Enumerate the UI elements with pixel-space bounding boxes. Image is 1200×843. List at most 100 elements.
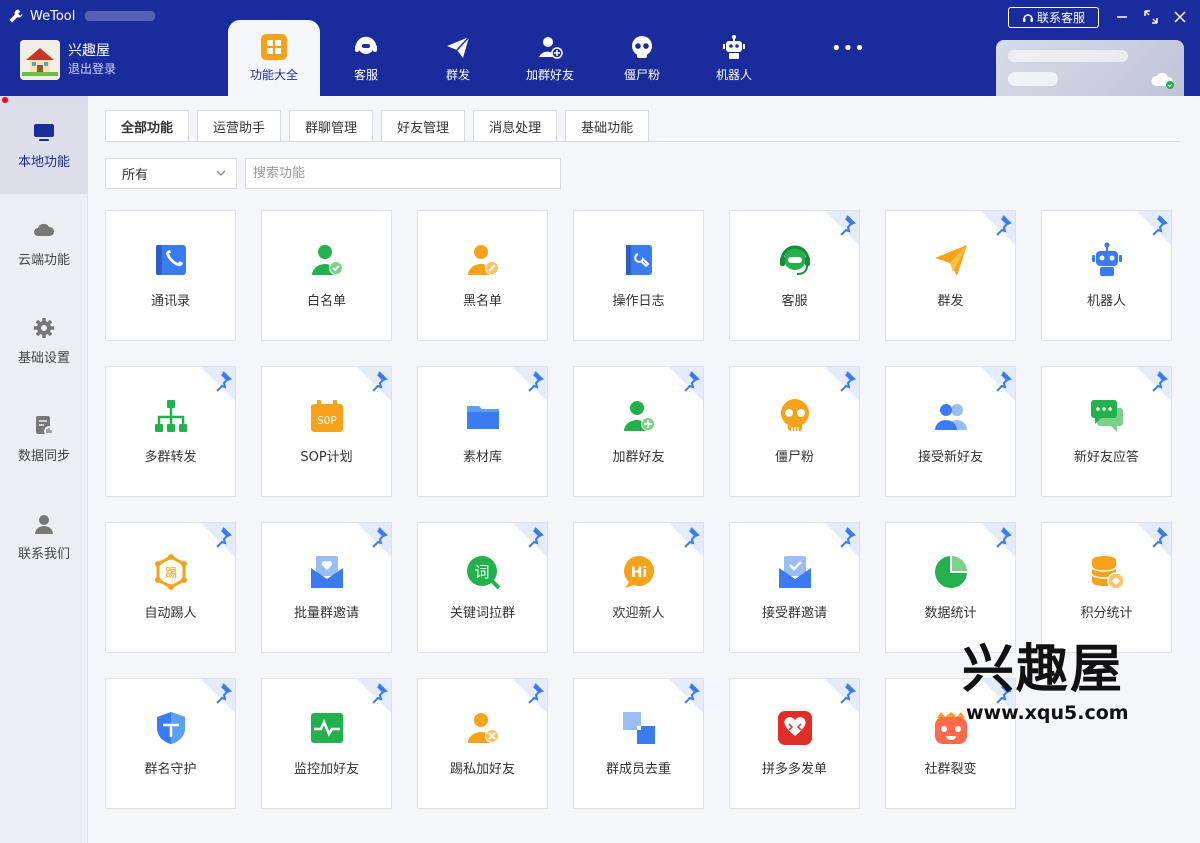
pin-icon[interactable] bbox=[357, 679, 391, 713]
sidebar-item-data-sync[interactable]: 数据同步 bbox=[0, 390, 88, 488]
feature-card-monitor-add-friends[interactable]: 监控加好友 bbox=[261, 678, 392, 809]
top-tab-robot[interactable]: 机器人 bbox=[688, 20, 780, 96]
sidebar-item-contact-us[interactable]: 联系我们 bbox=[0, 488, 88, 586]
feature-label: 机器人 bbox=[1086, 294, 1126, 309]
minimize-icon[interactable] bbox=[1112, 7, 1132, 27]
top-tab-all-features[interactable]: 功能大全 bbox=[228, 20, 320, 96]
version-blurred bbox=[85, 11, 156, 21]
pin-icon[interactable] bbox=[981, 211, 1015, 245]
search-input[interactable] bbox=[245, 158, 561, 189]
feature-card-zombie-fans[interactable]: 僵尸粉 bbox=[729, 366, 860, 497]
pin-icon[interactable] bbox=[201, 523, 235, 557]
feature-card-customer-service[interactable]: 客服 bbox=[729, 210, 860, 341]
pin-icon[interactable] bbox=[825, 367, 859, 401]
top-tab-customer-service[interactable]: 客服 bbox=[320, 20, 412, 96]
feature-label: 欢迎新人 bbox=[612, 606, 665, 621]
feature-card-welcome-newcomers[interactable]: Hi 欢迎新人 bbox=[573, 522, 704, 653]
tab-friend-management[interactable]: 好友管理 bbox=[381, 110, 466, 141]
feature-card-material-library[interactable]: 素材库 bbox=[417, 366, 548, 497]
pin-icon[interactable] bbox=[357, 367, 391, 401]
pin-icon[interactable] bbox=[825, 679, 859, 713]
pin-icon[interactable] bbox=[981, 523, 1015, 557]
tab-operations-assistant[interactable]: 运营助手 bbox=[197, 110, 282, 141]
sidebar-item-basic-settings[interactable]: 基础设置 bbox=[0, 292, 88, 390]
pin-icon[interactable] bbox=[1137, 211, 1171, 245]
sidebar-item-local-features[interactable]: 本地功能 bbox=[0, 96, 88, 194]
pin-icon[interactable] bbox=[669, 367, 703, 401]
feature-card-sop-plan[interactable]: SOP SOP计划 bbox=[261, 366, 392, 497]
feature-card-pinduoduo-order[interactable]: 拼多多发单 bbox=[729, 678, 860, 809]
user-block: 兴趣屋 退出登录 bbox=[20, 40, 116, 80]
sidebar-item-label: 本地功能 bbox=[17, 154, 70, 170]
feature-label: 黑名单 bbox=[462, 294, 502, 309]
feature-card-operation-log[interactable]: 操作日志 bbox=[573, 210, 704, 341]
feature-card-points-statistics[interactable]: 积分统计 bbox=[1041, 522, 1172, 653]
tab-group-chat-management[interactable]: 群聊管理 bbox=[289, 110, 374, 141]
feature-card-group-name-guard[interactable]: 群名守护 bbox=[105, 678, 236, 809]
pin-icon[interactable] bbox=[357, 523, 391, 557]
pin-icon[interactable] bbox=[981, 367, 1015, 401]
watermark-url: www.xqu5.com bbox=[966, 702, 1129, 724]
logout-link[interactable]: 退出登录 bbox=[68, 60, 116, 78]
account-card[interactable] bbox=[996, 40, 1184, 96]
top-tab-label: 群发 bbox=[445, 67, 470, 82]
pin-icon[interactable] bbox=[513, 367, 547, 401]
sidebar-item-label: 云端功能 bbox=[17, 252, 70, 268]
pin-icon[interactable] bbox=[1137, 523, 1171, 557]
pin-icon[interactable] bbox=[201, 679, 235, 713]
cloud-status-icon bbox=[1151, 72, 1174, 89]
category-filter-select[interactable]: 所有 bbox=[105, 158, 237, 189]
feature-card-accept-new-friends[interactable]: 接受新好友 bbox=[885, 366, 1016, 497]
feature-card-data-statistics[interactable]: 数据统计 bbox=[885, 522, 1016, 653]
log-book-icon bbox=[625, 245, 652, 275]
feature-card-contacts[interactable]: 通讯录 bbox=[105, 210, 236, 341]
pin-icon[interactable] bbox=[513, 523, 547, 557]
feature-label: 监控加好友 bbox=[293, 762, 359, 777]
sidebar-item-label: 联系我们 bbox=[17, 546, 70, 562]
feature-card-robot[interactable]: 机器人 bbox=[1041, 210, 1172, 341]
feature-card-auto-kick[interactable]: 踢 自动踢人 bbox=[105, 522, 236, 653]
feature-card-blacklist[interactable]: 黑名单 bbox=[417, 210, 548, 341]
pin-icon[interactable] bbox=[201, 367, 235, 401]
pin-icon[interactable] bbox=[825, 211, 859, 245]
contact-support-button[interactable]: 联系客服 bbox=[1008, 7, 1099, 28]
feature-card-kick-private-adds[interactable]: 踢私加好友 bbox=[417, 678, 548, 809]
feature-card-add-group-friends[interactable]: 加群好友 bbox=[573, 366, 704, 497]
account-id-blurred bbox=[1008, 50, 1128, 62]
top-tabs: 功能大全 客服 群发 加群好友 僵尸粉 机器人 bbox=[228, 20, 780, 96]
paper-plane-icon bbox=[447, 35, 470, 58]
tab-message-handling[interactable]: 消息处理 bbox=[473, 110, 558, 141]
feature-card-new-friend-reply[interactable]: 新好友应答 bbox=[1041, 366, 1172, 497]
pin-icon[interactable] bbox=[669, 523, 703, 557]
person-icon bbox=[35, 514, 53, 534]
feature-label: 批量群邀请 bbox=[293, 606, 359, 621]
feature-card-dedupe-members[interactable]: 群成员去重 bbox=[573, 678, 704, 809]
top-tab-zombie-fans[interactable]: 僵尸粉 bbox=[596, 20, 688, 96]
chat-reply-icon bbox=[1090, 400, 1123, 432]
close-icon[interactable] bbox=[1170, 7, 1190, 27]
top-tab-add-group-friends[interactable]: 加群好友 bbox=[504, 20, 596, 96]
headset-small-icon bbox=[1022, 13, 1033, 22]
pin-icon[interactable] bbox=[825, 523, 859, 557]
maximize-icon[interactable] bbox=[1141, 7, 1161, 27]
feature-card-whitelist[interactable]: 白名单 bbox=[261, 210, 392, 341]
feature-card-keyword-group-pull[interactable]: 词 关键词拉群 bbox=[417, 522, 548, 653]
sidebar-item-cloud-features[interactable]: 云端功能 bbox=[0, 194, 88, 292]
contact-support-label: 联系客服 bbox=[1036, 11, 1085, 25]
feature-card-batch-group-invite[interactable]: 批量群邀请 bbox=[261, 522, 392, 653]
pin-icon[interactable] bbox=[669, 679, 703, 713]
more-button[interactable]: ••• bbox=[831, 38, 866, 59]
monitor-icon bbox=[34, 123, 54, 141]
pin-icon[interactable] bbox=[1137, 367, 1171, 401]
avatar[interactable] bbox=[20, 40, 60, 80]
feature-card-broadcast[interactable]: 群发 bbox=[885, 210, 1016, 341]
headset-icon bbox=[779, 245, 810, 275]
top-tab-broadcast[interactable]: 群发 bbox=[412, 20, 504, 96]
accept-invite-icon bbox=[778, 556, 811, 588]
feature-label: 群发 bbox=[937, 294, 964, 309]
feature-card-multi-group-forward[interactable]: 多群转发 bbox=[105, 366, 236, 497]
tab-all-features[interactable]: 全部功能 bbox=[105, 110, 190, 141]
tab-basic-features[interactable]: 基础功能 bbox=[565, 110, 650, 141]
feature-card-accept-group-invite[interactable]: 接受群邀请 bbox=[729, 522, 860, 653]
pin-icon[interactable] bbox=[513, 679, 547, 713]
